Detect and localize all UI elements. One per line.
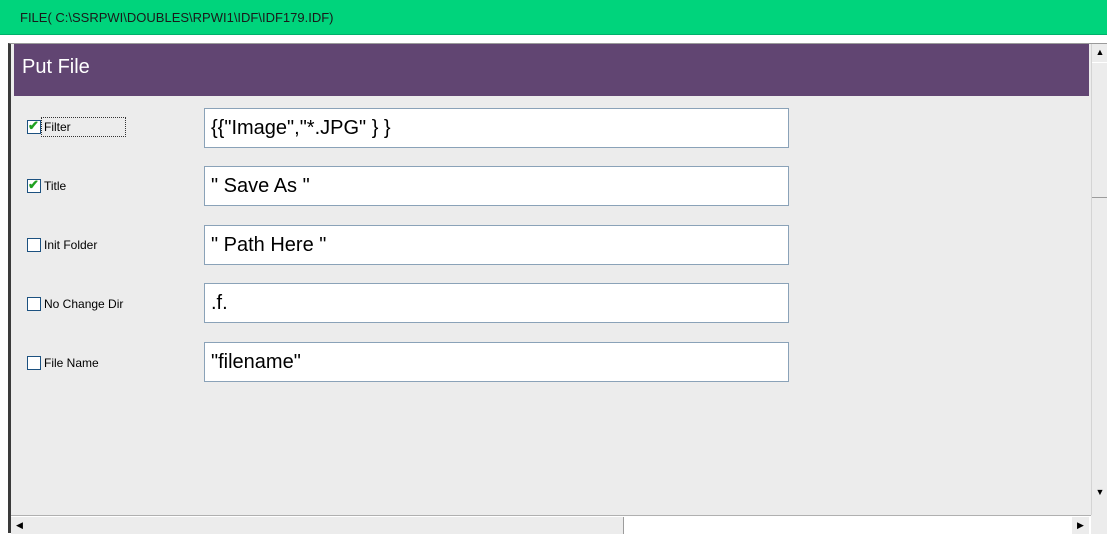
field-row-filter: ✔ Filter {{"Image","*.JPG" } } (11, 104, 1091, 148)
file-name-checkbox[interactable] (27, 356, 41, 370)
init-folder-input[interactable]: " Path Here " (204, 225, 789, 265)
init-folder-label: Init Folder (44, 238, 98, 252)
panel-header: Put File (14, 44, 1089, 96)
file-name-input[interactable]: "filename" (204, 342, 789, 382)
scroll-up-icon[interactable]: ▲ (1092, 44, 1107, 61)
put-file-panel: Put File ✔ Filter {{"Image","*.JPG" } } … (8, 43, 1107, 534)
filter-checkbox[interactable]: ✔ (27, 118, 41, 134)
field-row-file-name: File Name "filename" (11, 340, 1091, 382)
no-change-dir-label: No Change Dir (44, 297, 124, 311)
scroll-down-icon[interactable]: ▼ (1092, 484, 1107, 501)
scrollbar-corner (1091, 515, 1107, 534)
window-title-bar: FILE( C:\SSRPWI\DOUBLES\RPWI1\IDF\IDF179… (0, 0, 1107, 35)
window-title: FILE( C:\SSRPWI\DOUBLES\RPWI1\IDF\IDF179… (20, 10, 334, 25)
vertical-scrollbar[interactable]: ▲ ▼ (1091, 44, 1107, 515)
field-row-init-folder: Init Folder " Path Here " (11, 222, 1091, 265)
filter-input[interactable]: {{"Image","*.JPG" } } (204, 108, 789, 148)
title-label: Title (44, 179, 67, 193)
check-icon: ✔ (28, 177, 39, 192)
horizontal-scroll-thumb[interactable] (28, 517, 624, 534)
vertical-scroll-thumb[interactable] (1092, 62, 1107, 198)
check-icon: ✔ (28, 118, 39, 133)
init-folder-checkbox[interactable] (27, 238, 41, 252)
title-input[interactable]: " Save As " (204, 166, 789, 206)
no-change-dir-input[interactable]: .f. (204, 283, 789, 323)
scroll-left-icon[interactable]: ◀ (11, 517, 28, 534)
horizontal-scrollbar[interactable]: ◀ ▶ (11, 515, 1091, 534)
scroll-right-icon[interactable]: ▶ (1072, 517, 1089, 534)
filter-label: Filter (41, 117, 126, 137)
file-name-label: File Name (44, 356, 99, 370)
field-row-no-change-dir: No Change Dir .f. (11, 281, 1091, 323)
no-change-dir-checkbox[interactable] (27, 297, 41, 311)
panel-title: Put File (22, 56, 90, 78)
title-checkbox[interactable]: ✔ (27, 177, 41, 193)
field-row-title: ✔ Title " Save As " (11, 163, 1091, 206)
